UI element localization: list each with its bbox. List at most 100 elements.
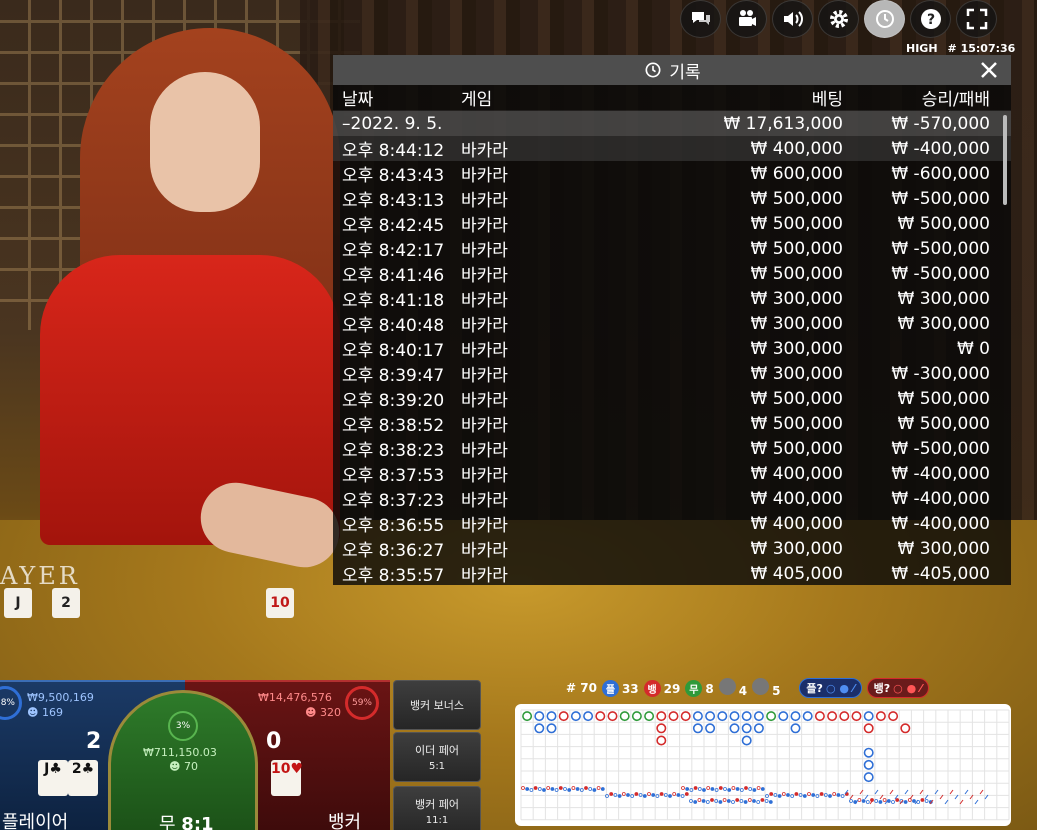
road-dot [760, 798, 765, 802]
road-dot [747, 798, 752, 802]
history-result: ₩ -400,000 [891, 488, 990, 509]
history-game: 바카라 [461, 341, 508, 361]
chat-button[interactable] [680, 0, 721, 38]
road-mark [619, 711, 630, 722]
help-button[interactable]: ? [910, 0, 951, 38]
predict-player-button[interactable]: 플? ○ ● ⁄ [799, 678, 862, 698]
player-pct-ring: 38% [0, 686, 22, 720]
road-dot [861, 799, 866, 803]
history-date: 오후 8:39:20 [342, 391, 445, 411]
banker-pct-ring: 59% [345, 686, 379, 720]
road-dot [588, 787, 593, 791]
gear-icon [829, 10, 848, 28]
history-result: ₩ -400,000 [891, 138, 990, 159]
history-bet: ₩ 300,000 [750, 363, 843, 384]
road-dot [748, 787, 753, 791]
felt-card: 10 [266, 588, 294, 618]
predict-banker-button[interactable]: 뱅? ○ ● ⁄ [866, 678, 929, 698]
settings-button[interactable] [818, 0, 859, 38]
tie-count-value: 70 [183, 760, 198, 773]
road-dot [600, 787, 605, 791]
banker-badge: 뱅 [643, 679, 661, 697]
history-result: ₩ -500,000 [891, 188, 990, 209]
road-dot [584, 786, 588, 790]
history-bet: ₩ 300,000 [750, 288, 843, 309]
player-card-1: J♣ [38, 760, 68, 796]
history-row: 오후 8:36:27 바카라 ₩ 300,000 ₩ 300,000 [333, 536, 1011, 562]
road-dot [521, 786, 525, 790]
road-mark [790, 711, 801, 722]
player-pair-stat: 4 [718, 678, 748, 698]
close-icon[interactable] [977, 58, 1001, 82]
history-game: 바카라 [461, 266, 508, 286]
road-mark [778, 711, 789, 722]
history-date: 오후 8:36:27 [342, 541, 445, 561]
side-bet-banker-pair[interactable]: 뱅커 페어 11:1 [393, 786, 481, 830]
video-button[interactable] [726, 0, 767, 38]
banker-pair-icon [752, 678, 770, 695]
road-mark [692, 711, 703, 722]
road-slash [964, 789, 969, 795]
bead-road-board[interactable] [515, 704, 1011, 826]
road-dot [836, 793, 841, 797]
side-bet-banker-bonus[interactable]: 뱅커 보너스 [393, 680, 481, 730]
column-result: 승리/패배 [921, 90, 990, 110]
bet-spot-tie[interactable]: 3% ₩711,150.03 ☻ 70 무 8:1 [108, 690, 258, 830]
history-game: 바카라 [461, 241, 508, 261]
player-pair-count: 4 [738, 684, 748, 698]
history-scrollbar[interactable] [1003, 115, 1007, 205]
side-bet-odds: 5:1 [428, 761, 446, 772]
road-mark [644, 711, 655, 722]
player-pair-icon [718, 678, 736, 695]
fullscreen-button[interactable] [956, 0, 997, 38]
banker-label: 뱅커 [328, 812, 362, 830]
road-slash [974, 799, 979, 805]
player-wins-count: 33 [621, 681, 639, 696]
player-card-2: 2♣ [68, 760, 98, 796]
road-dot [828, 794, 832, 798]
history-result: ₩ -500,000 [891, 438, 990, 459]
history-row: 오후 8:44:12 바카라 ₩ 400,000 ₩ -400,000 [333, 136, 1011, 161]
road-mark [766, 711, 777, 722]
history-date: 오후 8:43:13 [342, 191, 445, 211]
road-dot [756, 786, 761, 790]
history-bet: ₩ 300,000 [750, 538, 843, 559]
history-button[interactable] [864, 0, 905, 38]
road-dot [563, 787, 567, 791]
tie-wins-count: 8 [705, 681, 714, 696]
side-bet-either-pair[interactable]: 이더 페어 5:1 [393, 732, 481, 782]
history-bet: ₩ 400,000 [750, 513, 843, 534]
history-bet: ₩ 405,000 [750, 563, 843, 584]
road-dot [907, 798, 912, 802]
road-dot [718, 800, 723, 804]
history-icon [875, 10, 894, 28]
road-mark [656, 711, 667, 722]
road-dot [920, 798, 925, 802]
volume-button[interactable] [772, 0, 813, 38]
road-mark [668, 711, 679, 722]
road-dot [735, 798, 740, 802]
history-date: 오후 8:37:23 [342, 491, 445, 511]
road-mark [863, 772, 874, 783]
road-dot [722, 798, 727, 802]
history-game: 바카라 [461, 541, 508, 561]
road-dot [706, 786, 711, 790]
history-result: ₩ 500,000 [897, 213, 990, 234]
road-dot [693, 786, 698, 790]
history-bet: ₩ 400,000 [750, 463, 843, 484]
predict-player-label: 플? [806, 682, 823, 695]
side-bet-odds: 11:1 [425, 815, 449, 826]
road-mark [558, 711, 569, 722]
history-date: –2022. 9. 5. [342, 113, 443, 134]
road-dot [626, 793, 630, 797]
history-game: 바카라 [461, 216, 508, 236]
road-mark [863, 711, 874, 722]
history-row: 오후 8:41:46 바카라 ₩ 500,000 ₩ -500,000 [333, 261, 1011, 287]
road-mark [607, 711, 618, 722]
road-dot [701, 799, 706, 803]
history-row: 오후 8:40:17 바카라 ₩ 300,000 ₩ 0 [333, 336, 1011, 362]
road-mark [851, 711, 862, 722]
road-dot [697, 787, 702, 791]
history-date: 오후 8:44:12 [342, 141, 445, 161]
history-bet: ₩ 500,000 [750, 388, 843, 409]
